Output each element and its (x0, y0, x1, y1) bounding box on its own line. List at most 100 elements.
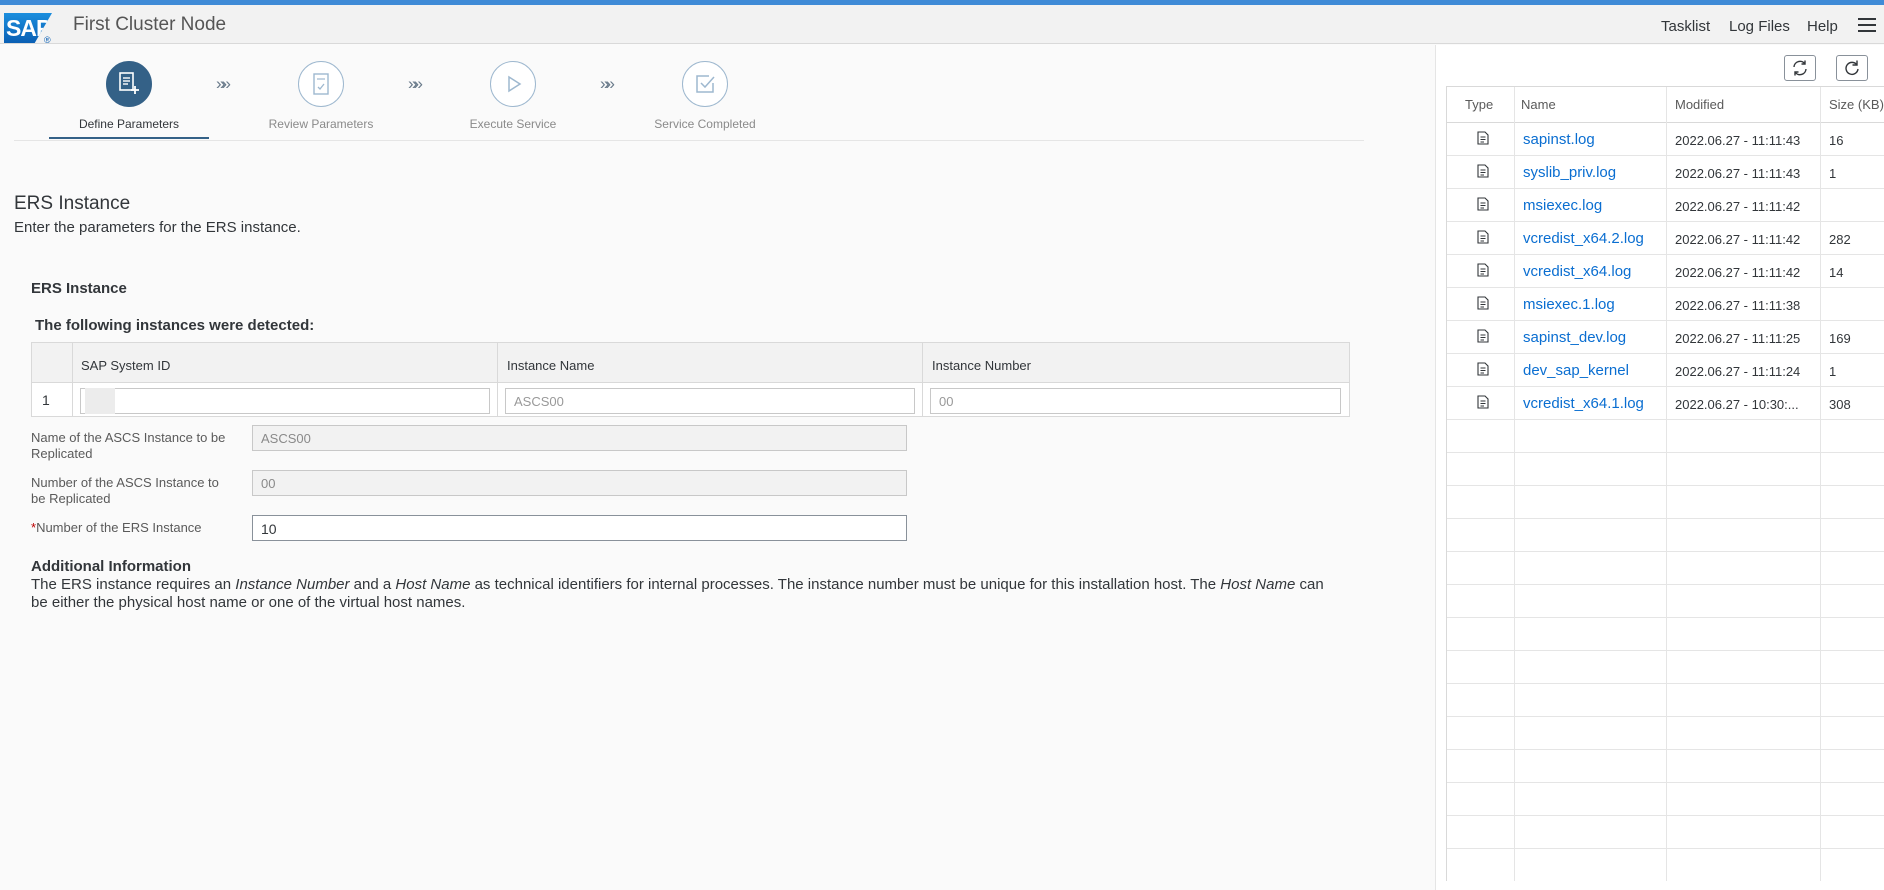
step-execute-service[interactable]: Execute Service (433, 61, 593, 131)
modified-date: 2022.06.27 - 10:30:... (1675, 397, 1799, 412)
hamburger-menu-icon[interactable] (1858, 18, 1876, 34)
sync-button[interactable] (1784, 55, 1816, 81)
column-header-modified: Modified (1675, 97, 1725, 112)
step-label: Review Parameters (268, 117, 374, 131)
column-header-instance-name: Instance Name (507, 358, 595, 373)
modified-date: 2022.06.27 - 11:11:25 (1675, 331, 1801, 346)
additional-info-text: The ERS instance requires an Instance Nu… (31, 576, 1324, 611)
empty-row (1447, 717, 1884, 750)
ascs-name-label: Name of the ASCS Instance to be Replicat… (31, 430, 226, 461)
document-icon (1477, 296, 1489, 315)
log-file-link[interactable]: msiexec.1.log (1523, 296, 1615, 313)
log-file-link[interactable]: sapinst.log (1523, 131, 1595, 148)
modified-date: 2022.06.27 - 11:11:43 (1675, 133, 1801, 148)
document-check-icon (298, 61, 344, 107)
tasklist-link[interactable]: Tasklist (1661, 18, 1710, 35)
step-separator: »» (408, 74, 423, 93)
empty-row (1447, 519, 1884, 552)
modified-date: 2022.06.27 - 11:11:42 (1675, 265, 1801, 280)
empty-row (1447, 552, 1884, 585)
modified-date: 2022.06.27 - 11:11:38 (1675, 298, 1801, 313)
sap-system-id-field[interactable] (80, 388, 490, 414)
ascs-number-label: Number of the ASCS Instance to be Replic… (31, 475, 219, 506)
document-icon (1477, 164, 1489, 183)
modified-date: 2022.06.27 - 11:11:42 (1675, 232, 1801, 247)
modified-date: 2022.06.27 - 11:11:42 (1675, 199, 1801, 214)
step-service-completed[interactable]: Service Completed (625, 61, 785, 131)
log-file-link[interactable]: vcredist_x64.log (1523, 263, 1631, 280)
wizard-divider (14, 140, 1364, 141)
step-label: Execute Service (469, 117, 557, 131)
log-file-link[interactable]: vcredist_x64.2.log (1523, 230, 1644, 247)
active-step-indicator (49, 137, 209, 139)
log-file-link[interactable]: dev_sap_kernel (1523, 362, 1629, 379)
refresh-button[interactable] (1836, 55, 1868, 81)
section-title: ERS Instance (14, 193, 131, 214)
column-header-size: Size (KB) (1829, 97, 1884, 112)
instance-name-field[interactable]: ASCS00 (505, 388, 915, 414)
empty-row (1447, 651, 1884, 684)
play-icon (490, 61, 536, 107)
document-icon (1477, 230, 1489, 249)
empty-row (1447, 750, 1884, 783)
empty-row (1447, 453, 1884, 486)
log-file-link[interactable]: msiexec.log (1523, 197, 1602, 214)
log-file-row[interactable]: sapinst_dev.log 2022.06.27 - 11:11:25 169 (1447, 321, 1884, 354)
ascs-number-field[interactable]: 00 (252, 470, 907, 496)
document-icon (1477, 197, 1489, 216)
ascs-name-field[interactable]: ASCS00 (252, 425, 907, 451)
empty-row (1447, 618, 1884, 651)
additional-info-title: Additional Information (31, 558, 191, 575)
log-file-row[interactable]: vcredist_x64.2.log 2022.06.27 - 11:11:42 2… (1447, 222, 1884, 255)
column-header-instance-number: Instance Number (932, 358, 1031, 373)
log-file-row[interactable]: vcredist_x64.1.log 2022.06.27 - 10:30:...… (1447, 387, 1884, 420)
log-file-row[interactable]: sapinst.log 2022.06.27 - 11:11:43 16 (1447, 123, 1884, 156)
log-file-row[interactable]: msiexec.1.log 2022.06.27 - 11:11:38 (1447, 288, 1884, 321)
section-description: Enter the parameters for the ERS instanc… (14, 219, 301, 236)
log-file-row[interactable]: dev_sap_kernel 2022.06.27 - 11:11:24 1 (1447, 354, 1884, 387)
empty-row (1447, 783, 1884, 816)
step-review-parameters[interactable]: Review Parameters (241, 61, 401, 131)
ers-number-label: Number of the ERS Instance (36, 520, 202, 535)
file-size: 14 (1829, 265, 1844, 280)
file-size: 1 (1829, 364, 1837, 379)
empty-row (1447, 849, 1884, 881)
empty-row (1447, 816, 1884, 849)
log-file-link[interactable]: syslib_priv.log (1523, 164, 1616, 181)
modified-date: 2022.06.27 - 11:11:24 (1675, 364, 1801, 379)
step-define-parameters[interactable]: Define Parameters (49, 61, 209, 131)
log-file-link[interactable]: sapinst_dev.log (1523, 329, 1626, 346)
table-header: SAP System ID Instance Name Instance Num… (32, 343, 1349, 383)
log-file-row[interactable]: syslib_priv.log 2022.06.27 - 11:11:43 1 (1447, 156, 1884, 189)
column-header-type: Type (1465, 97, 1494, 112)
column-header-sap-system-id: SAP System ID (81, 358, 171, 373)
instance-number-field[interactable]: 00 (930, 388, 1341, 414)
subsection-title: ERS Instance (31, 280, 127, 297)
shell-bar: SAP ® First Cluster Node Tasklist Log Fi… (0, 5, 1884, 45)
step-separator: »» (600, 74, 615, 93)
empty-row (1447, 585, 1884, 618)
document-icon (1477, 362, 1489, 381)
file-size: 308 (1829, 397, 1851, 412)
row-number: 1 (42, 392, 50, 408)
empty-row (1447, 420, 1884, 453)
file-size: 282 (1829, 232, 1851, 247)
log-file-link[interactable]: vcredist_x64.1.log (1523, 395, 1644, 412)
log-files-link[interactable]: Log Files (1729, 18, 1790, 35)
log-file-row[interactable]: vcredist_x64.log 2022.06.27 - 11:11:42 14 (1447, 255, 1884, 288)
column-header-name: Name (1521, 97, 1556, 112)
refresh-icon (1845, 60, 1859, 75)
document-icon (1477, 329, 1489, 348)
file-size: 169 (1829, 331, 1851, 346)
empty-row (1447, 486, 1884, 519)
checkbox-checked-icon (682, 61, 728, 107)
help-link[interactable]: Help (1807, 18, 1838, 35)
sync-icon (1793, 60, 1807, 76)
registered-mark: ® (44, 35, 51, 45)
modified-date: 2022.06.27 - 11:11:43 (1675, 166, 1801, 181)
document-icon (1477, 263, 1489, 282)
detected-instances-label: The following instances were detected: (35, 317, 315, 334)
instances-table: SAP System ID Instance Name Instance Num… (31, 342, 1350, 417)
log-file-row[interactable]: msiexec.log 2022.06.27 - 11:11:42 (1447, 189, 1884, 222)
ers-number-input[interactable]: 10 (252, 515, 907, 541)
